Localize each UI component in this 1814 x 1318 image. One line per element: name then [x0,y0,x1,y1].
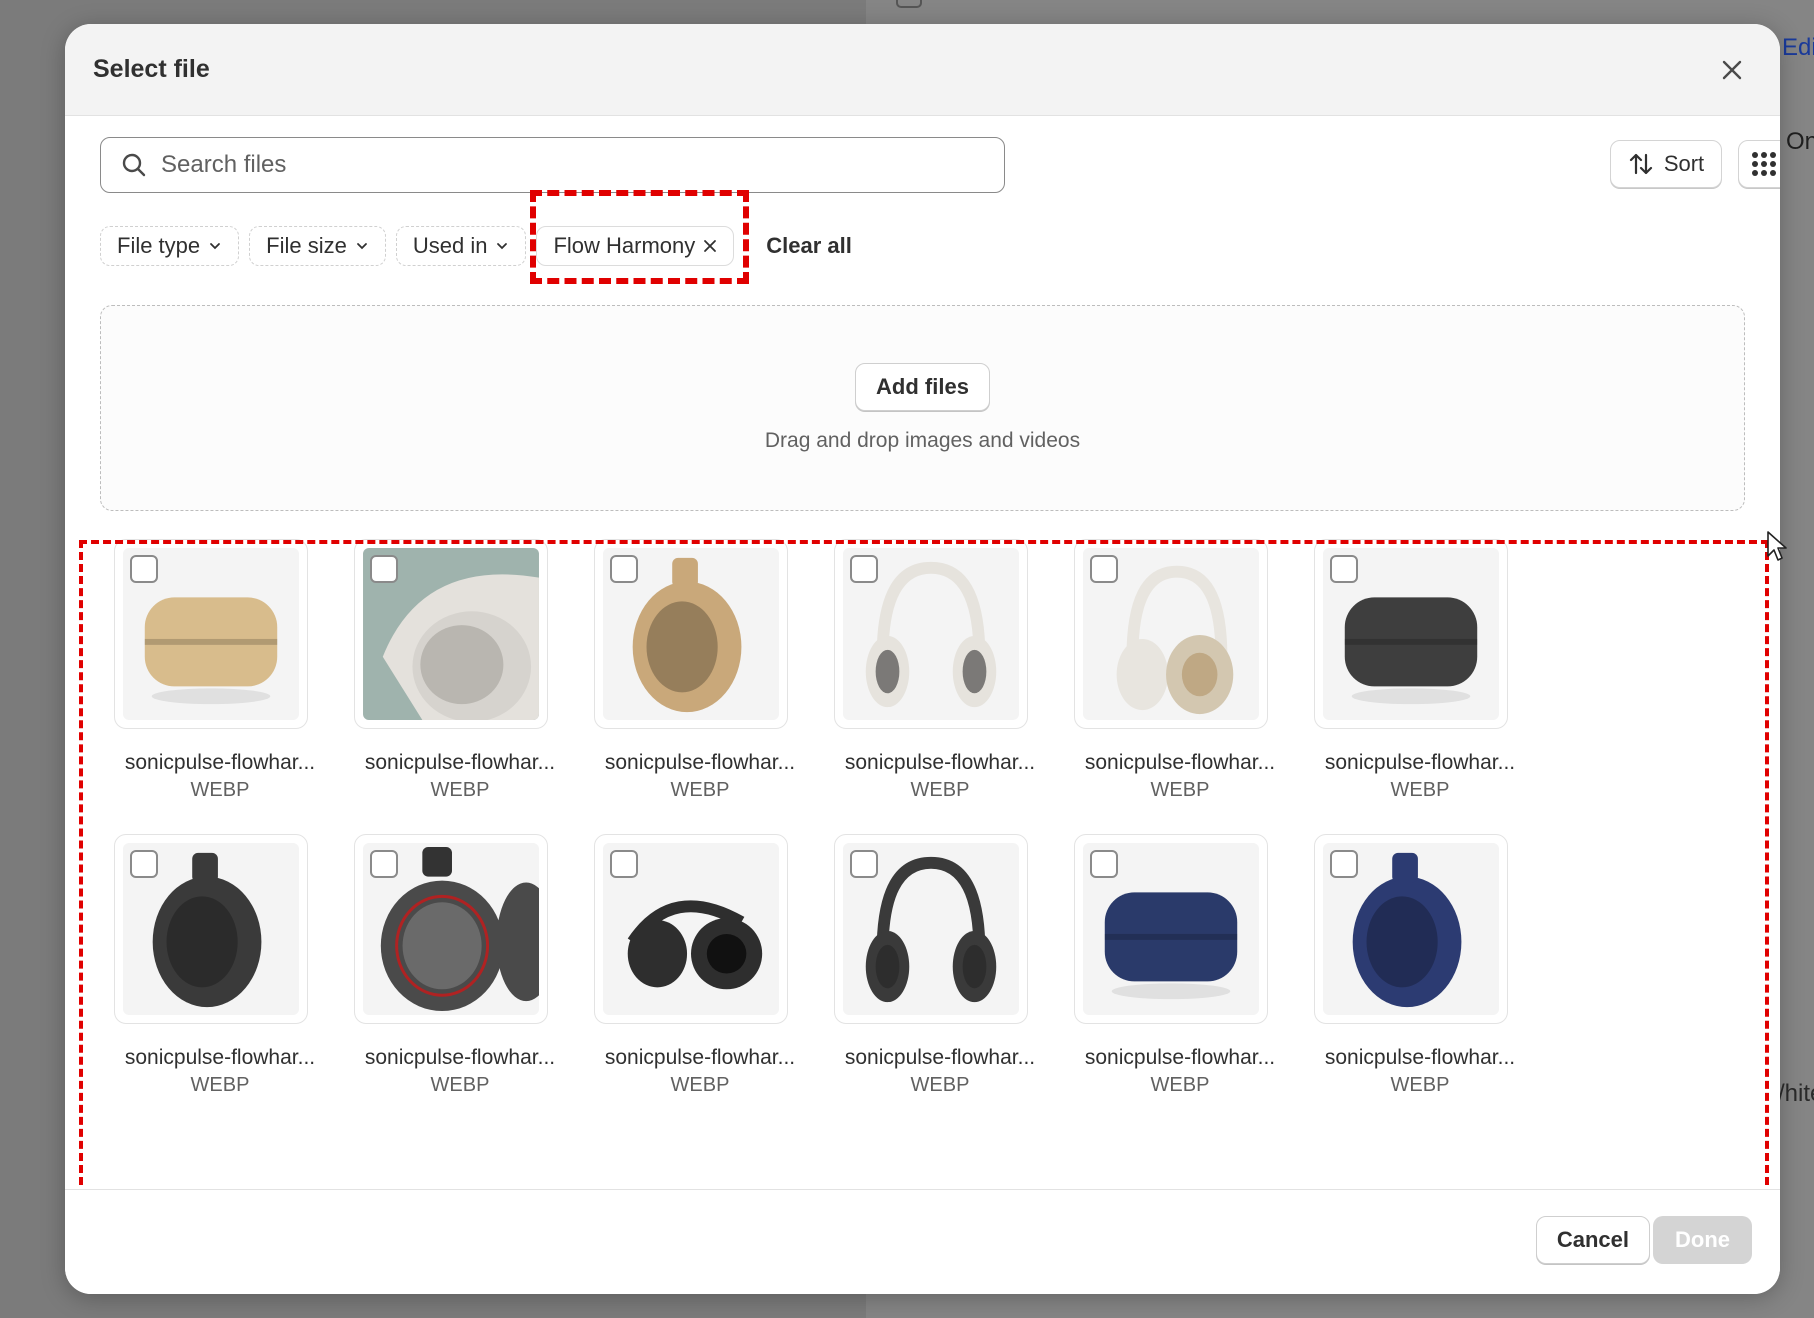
remove-filter-icon[interactable] [703,239,717,253]
search-icon [122,153,146,177]
chevron-down-icon [356,243,367,250]
file-type: WEBP [1390,779,1450,801]
filter-bar: File type File size Used in Flow Harmony… [100,216,852,276]
file-checkbox[interactable] [1330,555,1358,583]
file-checkbox[interactable] [850,850,878,878]
add-files-button[interactable]: Add files [855,363,990,411]
sort-label: Sort [1663,151,1705,176]
file-checkbox[interactable] [370,555,398,583]
active-filter-label: Flow Harmony [553,233,696,258]
file-name: sonicpulse-flowhar... [1324,1046,1516,1069]
close-icon [1722,60,1742,79]
background-edit-link: Edi [1782,34,1814,61]
file-checkbox[interactable] [1090,555,1118,583]
file-checkbox[interactable] [1330,850,1358,878]
file-checkbox[interactable] [850,555,878,583]
file-type: WEBP [190,779,250,801]
file-checkbox[interactable] [370,850,398,878]
file-name: sonicpulse-flowhar... [604,1046,796,1069]
modal-footer: Cancel Done [65,1189,1780,1294]
file-name: sonicpulse-flowhar... [844,1046,1036,1069]
modal-header: Select file [65,24,1780,116]
grid-view-icon [1752,152,1776,176]
file-type: WEBP [910,779,970,801]
file-name: sonicpulse-flowhar... [604,751,796,774]
file-checkbox[interactable] [1090,850,1118,878]
file-type: WEBP [910,1074,970,1096]
file-type: WEBP [1390,1074,1450,1096]
file-type: WEBP [1150,1074,1210,1096]
file-size-label: File size [266,233,347,258]
view-toggle-button[interactable] [1738,140,1780,188]
file-name: sonicpulse-flowhar... [364,1046,556,1069]
modal-title: Select file [93,55,210,83]
sort-icon [1629,153,1652,175]
select-file-modal: Select file Sort [65,24,1780,1294]
file-type: WEBP [670,1074,730,1096]
file-name: sonicpulse-flowhar... [124,1046,316,1069]
file-type: WEBP [190,1074,250,1096]
background-text: On [1786,128,1814,155]
file-name: sonicpulse-flowhar... [1084,1046,1276,1069]
chevron-down-icon [210,243,221,250]
background-checkbox [896,0,922,8]
file-checkbox[interactable] [610,850,638,878]
used-in-filter[interactable]: Used in [395,226,527,266]
file-name: sonicpulse-flowhar... [1324,751,1516,774]
file-name: sonicpulse-flowhar... [124,751,316,774]
file-dropzone[interactable]: Add files Drag and drop images and video… [100,305,1745,511]
file-checkbox[interactable] [610,555,638,583]
close-button[interactable] [1712,50,1752,90]
sort-button[interactable]: Sort [1610,140,1722,188]
file-size-filter[interactable]: File size [249,226,386,266]
search-box[interactable] [100,137,1005,193]
file-type: WEBP [1150,779,1210,801]
cancel-button[interactable]: Cancel [1535,1216,1650,1264]
file-grid: sonicpulse-flowhar... WEBP sonicpulse-fl… [100,539,1745,1214]
file-type-filter[interactable]: File type [100,226,240,266]
file-name: sonicpulse-flowhar... [1084,751,1276,774]
mouse-cursor-icon [1767,531,1787,561]
clear-all-button[interactable]: Clear all [766,233,852,259]
used-in-label: Used in [412,233,488,258]
file-name: sonicpulse-flowhar... [844,751,1036,774]
toolbar: Sort [100,137,1780,193]
file-type: WEBP [430,1074,490,1096]
file-name: sonicpulse-flowhar... [364,751,556,774]
file-type: WEBP [670,779,730,801]
file-checkbox[interactable] [130,555,158,583]
background-text: /hite [1778,1080,1814,1107]
file-type: WEBP [430,779,490,801]
file-checkbox[interactable] [130,850,158,878]
search-input[interactable] [161,151,981,179]
active-filter-chip[interactable]: Flow Harmony [536,226,735,266]
file-type-label: File type [117,233,201,258]
chevron-down-icon [497,243,508,250]
done-button[interactable]: Done [1653,1216,1752,1264]
dropzone-hint: Drag and drop images and videos [764,429,1081,452]
